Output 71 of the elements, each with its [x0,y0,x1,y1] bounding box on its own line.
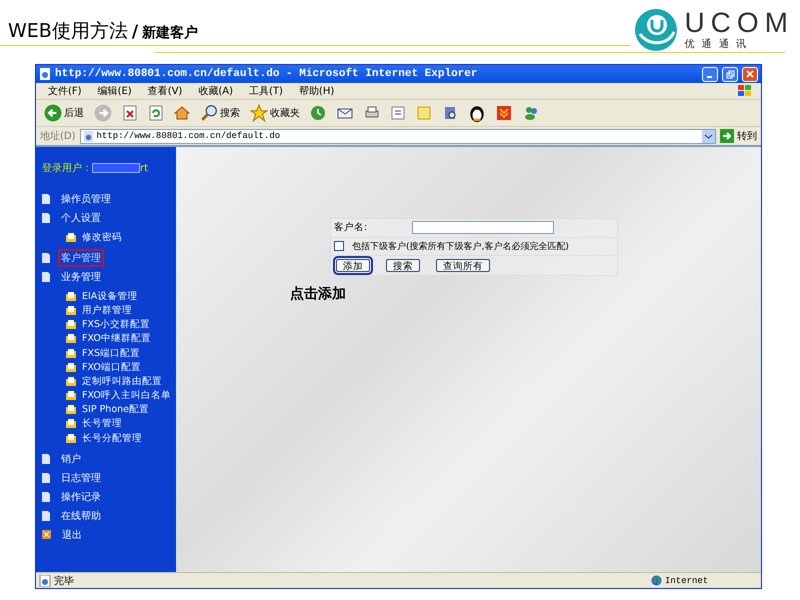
toolbar-button[interactable]: 搜索 [198,104,242,122]
menu-item[interactable]: 帮助(H) [298,84,334,98]
sidebar-item[interactable]: 退出 [59,526,85,544]
close-button[interactable] [742,66,758,82]
document-icon [42,472,50,483]
restore-icon [726,70,734,78]
globe-icon [651,575,662,586]
sidebar-subitem[interactable]: 长号分配管理 [79,430,145,447]
sidebar-item[interactable]: 销户 [58,450,84,468]
sidebar-item[interactable]: 个人设置 [58,208,104,226]
sidebar-item[interactable]: 在线帮助 [58,506,104,525]
window-title: http://www.80801.com.cn/default.do - Microsoft Internet Explorer [55,68,478,80]
customer-name-field[interactable] [412,221,554,234]
document-icon [42,492,50,502]
sidebar-item[interactable]: 操作员管理 [58,190,114,208]
subcustomer-checkbox[interactable] [334,241,344,252]
login-label: 登录用户： [42,162,92,175]
checkbox-label: 包括下级客户(搜索所有下级客户,客户名必须完全匹配) [352,240,569,253]
document-icon [42,510,50,521]
form-button[interactable]: 搜索 [386,258,420,272]
customer-name-label: 客户名: [334,221,368,234]
minimize-button[interactable] [702,66,718,82]
search-icon [200,104,218,122]
folder-icon [66,232,76,242]
download-icon [496,105,512,121]
zone-text: Internet [651,575,761,586]
history-icon [310,105,326,121]
refresh-icon [148,105,164,121]
windows-logo-icon [737,84,753,98]
logo-subtitle: 优 通 通 讯 [684,38,749,51]
redaction-bar [92,163,140,173]
go-button[interactable]: 转到 [720,129,757,143]
sidebar-item[interactable]: 日志管理 [58,468,104,487]
people-icon [522,105,540,121]
note-icon [416,105,432,121]
penguin-icon [468,104,486,122]
sidebar-subitem[interactable]: 修改密码 [79,228,125,246]
menu-item[interactable]: 查看(V) [148,84,182,98]
menu-item[interactable]: 文件(F) [48,84,82,98]
star-icon [250,104,268,122]
menu-item[interactable]: 编辑(E) [98,84,132,98]
sidebar-item[interactable]: 客户管理 [58,248,104,267]
document-icon [42,272,50,282]
title-separator: / [132,22,138,42]
toolbar-button[interactable]: 后退 [42,104,86,122]
status-text: 完毕 [54,574,75,588]
go-arrow-icon [720,129,734,143]
toolbar-button[interactable]: 收藏夹 [248,104,302,122]
document-icon [390,105,406,121]
book-icon [442,105,458,121]
exit-icon [42,530,51,540]
slide-title: WEB使用方法 [8,19,128,44]
stop-icon [122,105,138,121]
username-text: rt [140,162,148,174]
home-icon [174,105,190,121]
sidebar-item[interactable]: 操作记录 [58,488,104,506]
restore-button[interactable] [722,66,738,82]
form-button[interactable]: 添加 [336,258,370,272]
address-label: 地址(D) [40,130,76,143]
annotation-text: 点击添加 [290,285,346,303]
slide-subtitle: 新建客户 [142,24,198,42]
sidebar-item[interactable]: 业务管理 [58,268,104,286]
form-button[interactable]: 查询所有 [436,258,490,272]
document-icon [42,454,50,464]
logo-text: UCOM [684,9,794,37]
logo-icon [634,8,678,52]
address-field[interactable]: http://www.80801.com.cn/default.do [80,128,716,144]
close-icon [746,70,754,78]
menu-item[interactable]: 工具(T) [249,84,283,98]
menu-item[interactable]: 收藏(A) [198,84,233,98]
document-icon [42,252,50,263]
